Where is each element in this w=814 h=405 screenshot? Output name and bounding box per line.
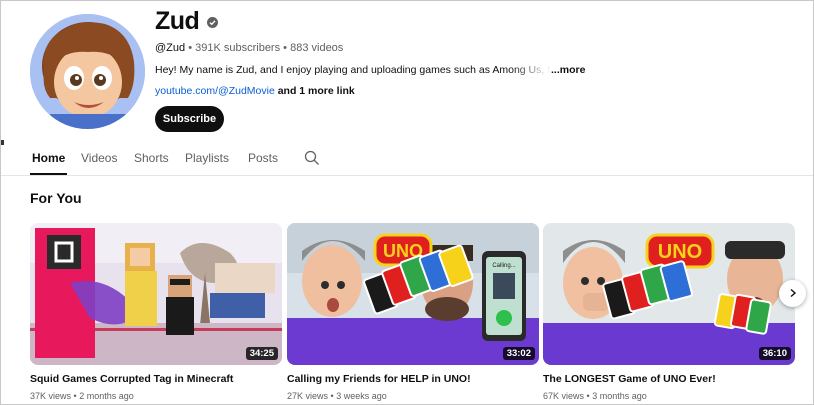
video-count: 883 videos — [290, 42, 344, 54]
chevron-right-icon — [788, 285, 798, 303]
video-title[interactable]: Calling my Friends for HELP in UNO! — [287, 373, 539, 385]
video-thumbnail[interactable]: 34:25 — [30, 223, 282, 365]
active-tab-indicator — [30, 173, 67, 175]
channel-links: youtube.com/@ZudMovie and 1 more link — [155, 85, 355, 97]
calling-text: Calling... — [492, 263, 516, 269]
channel-handle: @Zud — [155, 42, 186, 54]
carousel-next-button[interactable] — [779, 280, 806, 307]
video-meta: 37K views • 2 months ago — [30, 391, 282, 401]
video-views: 27K views — [287, 391, 329, 401]
video-title[interactable]: Squid Games Corrupted Tag in Minecraft — [30, 373, 282, 385]
description-text: Hey! My name is Zud, and I enjoy playing… — [155, 64, 551, 76]
video-card[interactable]: 34:25 Squid Games Corrupted Tag in Minec… — [30, 223, 282, 401]
tab-videos[interactable]: Videos — [81, 151, 117, 165]
channel-avatar[interactable] — [30, 14, 145, 129]
search-icon[interactable] — [304, 150, 320, 171]
video-age: 3 weeks ago — [336, 391, 387, 401]
more-links-button[interactable]: and 1 more link — [278, 85, 355, 97]
section-title: For You — [30, 190, 82, 206]
channel-tabs: Home Videos Shorts Playlists Posts — [1, 142, 813, 176]
channel-name-text: Zud — [155, 7, 200, 35]
meta-separator: • — [586, 391, 590, 401]
video-age: 2 months ago — [79, 391, 134, 401]
tab-posts[interactable]: Posts — [248, 151, 278, 165]
tab-playlists[interactable]: Playlists — [185, 151, 229, 165]
video-card[interactable]: UNO 36:10 The LONGEST Game of UNO Ever! … — [543, 223, 795, 401]
video-duration: 34:25 — [245, 347, 278, 360]
uno-logo-text: UNO — [658, 241, 702, 263]
subscriber-count: 391K subscribers — [195, 42, 281, 54]
channel-link[interactable]: youtube.com/@ZudMovie — [155, 85, 275, 97]
channel-meta: @Zud • 391K subscribers • 883 videos — [155, 42, 343, 54]
tab-shorts[interactable]: Shorts — [134, 151, 169, 165]
verified-icon — [207, 17, 219, 28]
tab-home[interactable]: Home — [32, 151, 65, 165]
video-thumbnail[interactable]: UNO 36:10 — [543, 223, 795, 365]
meta-separator: • — [188, 42, 193, 54]
video-thumbnail[interactable]: UNO Calling... 33:02 — [287, 223, 539, 365]
subscribe-button[interactable]: Subscribe — [155, 106, 224, 132]
meta-separator: • — [330, 391, 334, 401]
channel-description[interactable]: Hey! My name is Zud, and I enjoy playing… — [155, 64, 585, 76]
video-age: 3 months ago — [592, 391, 647, 401]
video-meta: 27K views • 3 weeks ago — [287, 391, 539, 401]
more-link[interactable]: ...more — [551, 64, 585, 76]
meta-separator: • — [73, 391, 77, 401]
video-card[interactable]: UNO Calling... 33:02 Calling my Friends … — [287, 223, 539, 401]
video-views: 37K views — [30, 391, 72, 401]
video-meta: 67K views • 3 months ago — [543, 391, 795, 401]
video-views: 67K views — [543, 391, 585, 401]
video-duration: 36:10 — [758, 347, 791, 360]
video-duration: 33:02 — [502, 347, 535, 360]
channel-name: Zud — [155, 7, 219, 36]
meta-separator: • — [283, 42, 288, 54]
video-title[interactable]: The LONGEST Game of UNO Ever! — [543, 373, 795, 385]
